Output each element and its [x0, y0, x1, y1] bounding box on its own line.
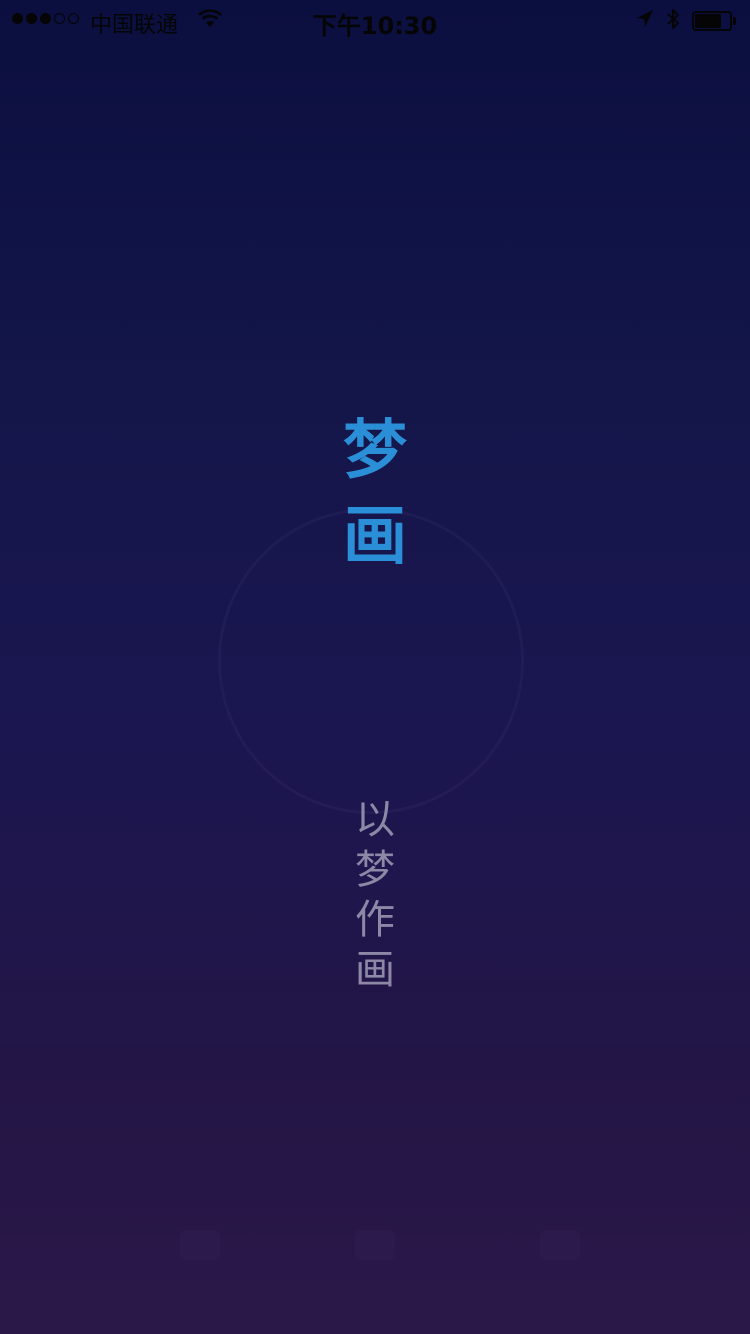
- slogan: 以 梦 作 画: [345, 795, 405, 995]
- faint-mark: [355, 1230, 395, 1260]
- bluetooth-icon: [666, 8, 680, 34]
- slogan-char: 梦: [355, 847, 395, 893]
- slogan-char: 画: [355, 947, 395, 993]
- app-title-char: 画: [343, 500, 407, 574]
- faint-mark: [180, 1230, 220, 1260]
- app-title: 梦 画: [325, 408, 425, 580]
- faint-mark: [540, 1230, 580, 1260]
- app-title-char: 梦: [343, 414, 407, 488]
- faint-decoration: [0, 1210, 750, 1280]
- location-arrow-icon: [636, 9, 654, 33]
- slogan-char: 作: [355, 897, 395, 943]
- slogan-char: 以: [355, 797, 395, 843]
- status-bar: 中国联通 下午10:30: [0, 0, 750, 40]
- battery-icon: [692, 11, 736, 31]
- status-right-icons: [636, 8, 736, 34]
